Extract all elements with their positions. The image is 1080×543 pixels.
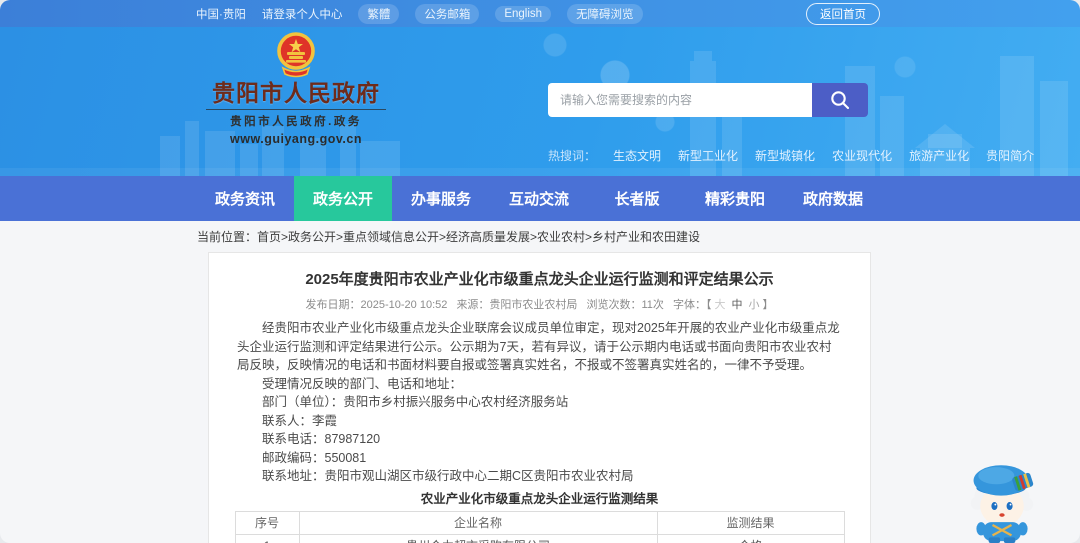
nav-tab-zhengwu-gongkai[interactable]: 政务公开 — [294, 176, 392, 221]
header-serial-no: 序号 — [234, 510, 300, 535]
site-title-divider — [206, 109, 386, 110]
national-emblem-icon — [277, 32, 315, 78]
breadcrumb: 当前位置： 首页>政务公开>重点领域信息公开>经济高质量发展>农业农村>乡村产业… — [0, 221, 1080, 251]
paragraph-address: 联系地址：贵阳市观山湖区市级行政中心二期C区贵阳市农业农村局 — [262, 469, 634, 483]
site-subtitle: 贵阳市人民政府.政务 — [230, 116, 362, 128]
site-logo-block[interactable]: 贵阳市人民政府 贵阳市人民政府.政务 www.guiyang.gov.cn — [196, 31, 396, 146]
publish-date: 发布日期：2025-10-20 10:52 — [305, 299, 448, 311]
article-card: 2025年度贵阳市农业产业化市级重点龙头企业运行监测和评定结果公示 发布日期：2… — [208, 252, 871, 543]
font-size-large-button[interactable]: 大 — [714, 299, 725, 311]
back-to-home-button[interactable]: 返回首页 — [806, 2, 880, 25]
nav-tab-zhengwu-zixun[interactable]: 政务资讯 — [196, 176, 294, 221]
cell-result: 合格 — [656, 533, 845, 543]
mascot-assistant[interactable] — [954, 452, 1050, 543]
hot-word-agriculture[interactable]: 农业现代化 — [832, 147, 892, 164]
link-accessibility[interactable]: 无障碍浏览 — [567, 3, 643, 24]
paragraph-contact-person: 联系人：李霞 — [262, 413, 338, 428]
result-table-caption: 农业产业化市级重点龙头企业运行监测结果 — [420, 491, 659, 506]
search-button[interactable] — [812, 83, 868, 117]
link-traditional-chinese[interactable]: 繁體 — [358, 3, 400, 24]
hot-word-urbanization[interactable]: 新型城镇化 — [755, 147, 815, 164]
font-size-label: 字体：【 — [672, 299, 712, 311]
search-input[interactable] — [548, 83, 812, 117]
site-title: 贵阳市人民政府 — [212, 80, 380, 106]
search-icon — [831, 91, 850, 110]
nav-tab-zhengfu-shuju[interactable]: 政府数据 — [784, 176, 882, 221]
hot-search-row: 热搜词： 生态文明 新型工业化 新型城镇化 农业现代化 旅游产业化 贵阳简介 — [548, 147, 1034, 164]
hot-word-industrialization[interactable]: 新型工业化 — [678, 147, 738, 164]
link-english[interactable]: English — [495, 5, 552, 22]
paragraph-postcode: 邮政编码：550081 — [262, 450, 367, 465]
top-utility-bar-inner: 中国·贵阳 请登录个人中心 繁體 公务邮箱 English 无障碍浏览 返回首页 — [196, 2, 880, 25]
breadcrumb-path[interactable]: 首页>政务公开>重点领域信息公开>经济高质量发展>农业农村>乡村产业和农田建设 — [257, 228, 700, 245]
nav-tab-hudong-jiaoliu[interactable]: 互动交流 — [490, 176, 588, 221]
table-header-row: 序号 企业名称 监测结果 — [234, 510, 845, 535]
paragraph-department: 部门（单位）：贵阳市乡村振兴服务中心农村经济服务站 — [262, 395, 569, 409]
hot-search-label: 热搜词： — [548, 149, 597, 163]
search-bar — [548, 83, 868, 117]
article-meta: 发布日期：2025-10-20 10:52 来源：贵阳市农业农村局 浏览次数：1… — [209, 296, 870, 312]
paragraph-contact-intro: 受理情况反映的部门、电话和地址： — [262, 376, 463, 391]
font-size-label-close: 】 — [762, 299, 774, 311]
nav-tab-zhangzheban[interactable]: 长者版 — [588, 176, 686, 221]
paragraph-phone: 联系电话：87987120 — [262, 432, 381, 446]
nav-tab-jingcai-guiyang[interactable]: 精彩贵阳 — [686, 176, 784, 221]
header-result: 监测结果 — [656, 510, 845, 535]
breadcrumb-label: 当前位置： — [197, 229, 258, 244]
hot-word-ecology[interactable]: 生态文明 — [613, 147, 661, 164]
header-company-name: 企业名称 — [298, 510, 658, 535]
article-source: 来源：贵阳市农业农村局 — [456, 299, 578, 311]
view-count: 浏览次数：11次 — [586, 299, 664, 311]
monitoring-result-table: 序号 企业名称 监测结果 1 贵州合力超市采购有限公司 合格 2 贵州友禾种业有… — [234, 510, 845, 543]
cell-serial: 1 — [234, 533, 300, 543]
link-login-personal-center[interactable]: 请登录个人中心 — [262, 6, 343, 22]
cell-company: 贵州合力超市采购有限公司 — [298, 533, 658, 543]
nav-tab-banshi-fuwu[interactable]: 办事服务 — [392, 176, 490, 221]
hot-word-guiyang-intro[interactable]: 贵阳简介 — [986, 147, 1034, 164]
hot-word-tourism[interactable]: 旅游产业化 — [909, 147, 969, 164]
paragraph-announcement: 经贵阳市农业产业化市级重点龙头企业联席会议成员单位审定，现对2025年开展的农业… — [237, 321, 840, 372]
table-row: 1 贵州合力超市采购有限公司 合格 — [234, 533, 845, 543]
top-utility-bar: 中国·贵阳 请登录个人中心 繁體 公务邮箱 English 无障碍浏览 返回首页 — [0, 0, 1080, 27]
browser-page: 中国·贵阳 请登录个人中心 繁體 公务邮箱 English 无障碍浏览 返回首页 — [0, 0, 1080, 543]
article-body: 经贵阳市农业产业化市级重点龙头企业联席会议成员单位审定，现对2025年开展的农业… — [209, 319, 870, 486]
primary-nav: 政务资讯 政务公开 办事服务 互动交流 长者版 精彩贵阳 政府数据 — [0, 176, 1080, 221]
link-official-mail[interactable]: 公务邮箱 — [415, 3, 480, 24]
site-banner: 贵阳市人民政府 贵阳市人民政府.政务 www.guiyang.gov.cn 热搜… — [0, 27, 1080, 176]
article-title: 2025年度贵阳市农业产业化市级重点龙头企业运行监测和评定结果公示 — [305, 271, 774, 288]
font-size-medium-button[interactable]: 中 — [731, 299, 742, 311]
site-url: www.guiyang.gov.cn — [230, 132, 362, 146]
link-china-guiyang[interactable]: 中国·贵阳 — [196, 6, 246, 22]
font-size-small-button[interactable]: 小 — [748, 299, 759, 311]
